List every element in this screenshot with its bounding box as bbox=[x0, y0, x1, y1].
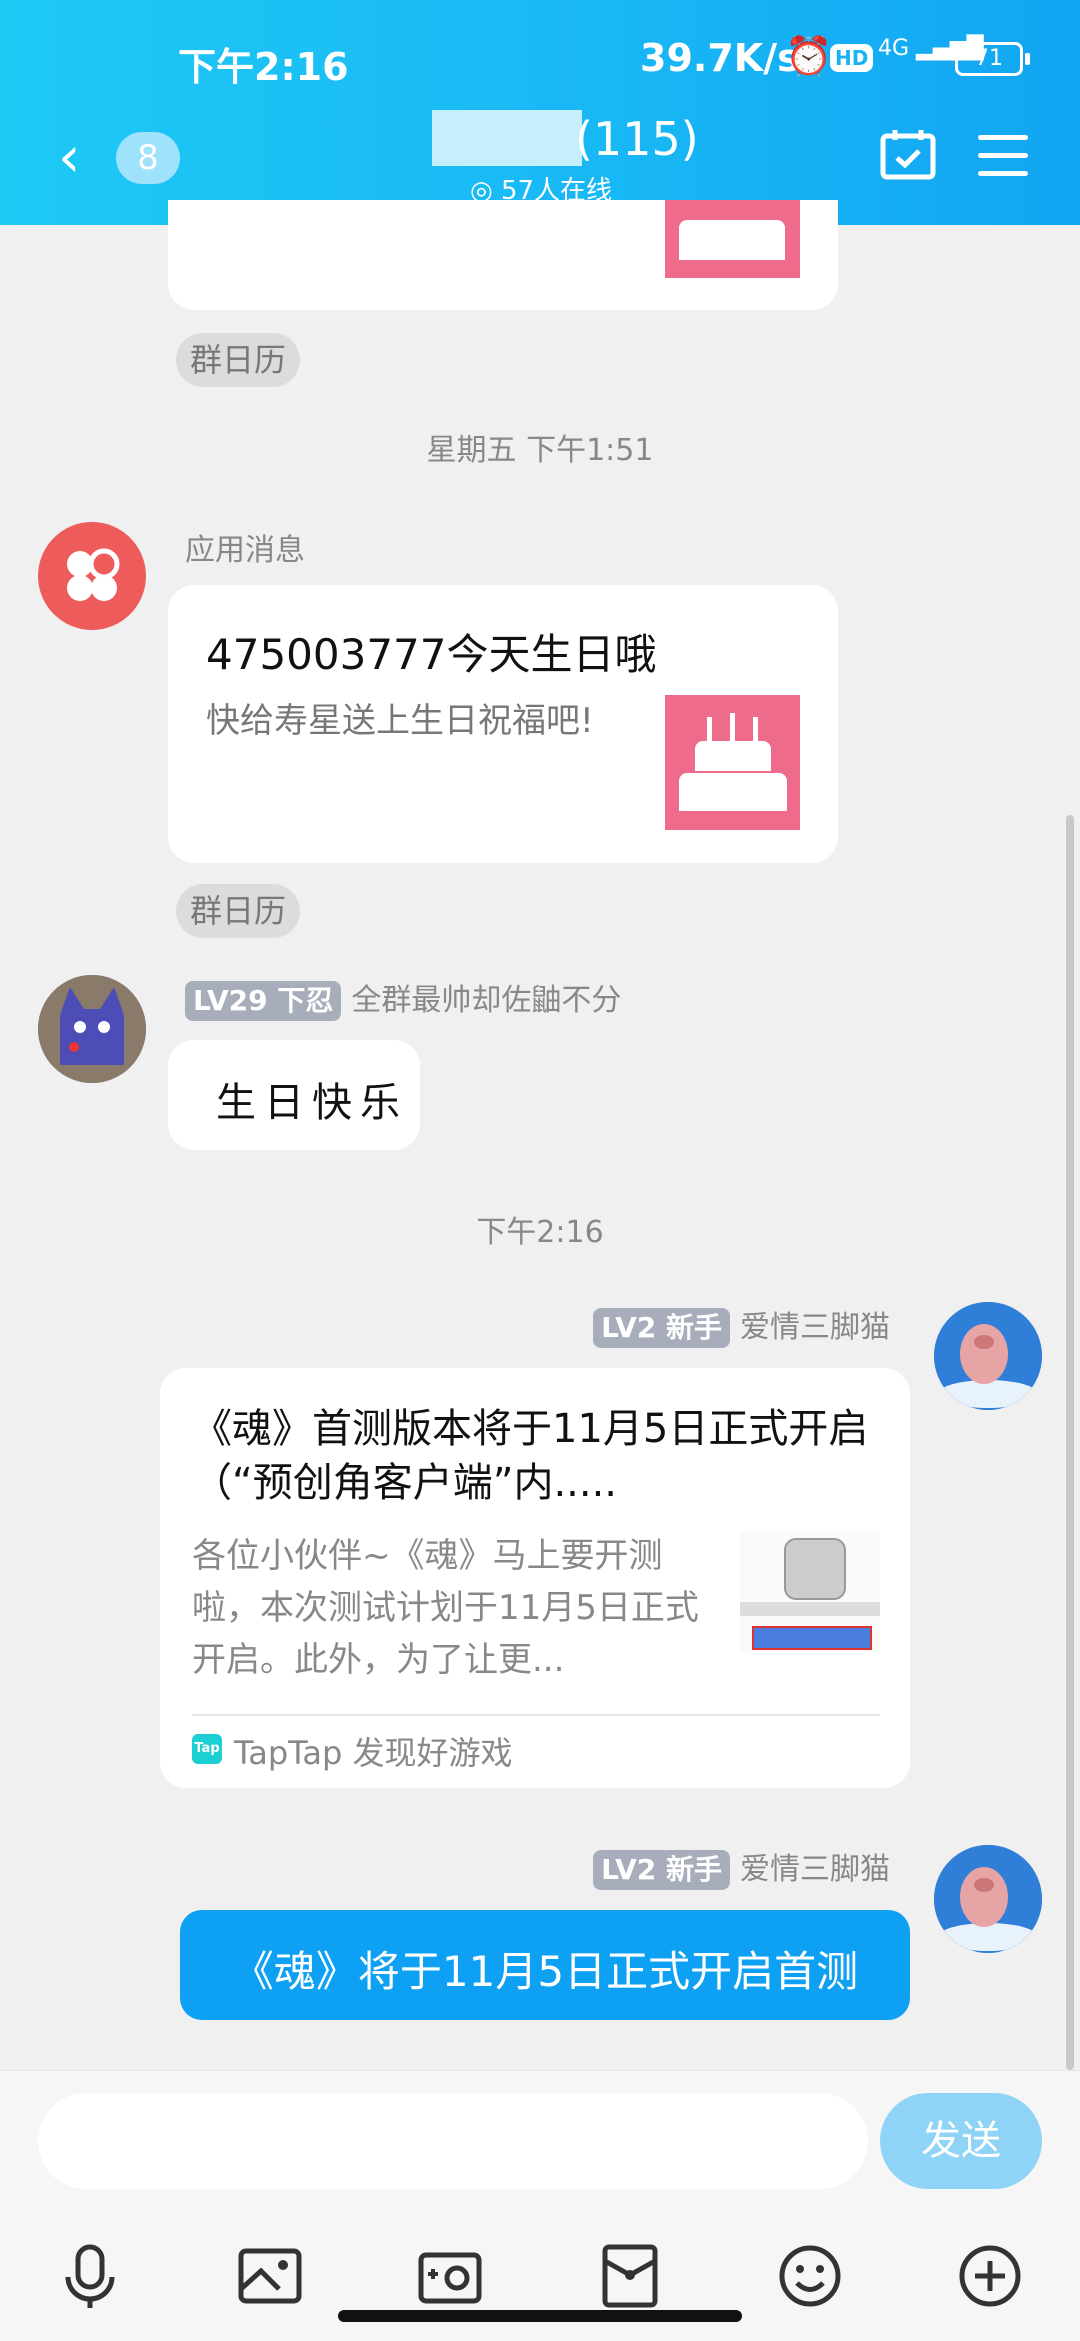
emoji-icon[interactable] bbox=[775, 2241, 845, 2311]
sender-name: 爱情三脚猫 bbox=[740, 1852, 890, 1887]
alarm-icon: ⏰ bbox=[785, 34, 833, 78]
group-member-count[interactable]: (115) bbox=[575, 112, 699, 166]
user-avatar[interactable] bbox=[38, 975, 146, 1083]
game-icon bbox=[784, 1538, 846, 1600]
group-avatar-placeholder[interactable] bbox=[432, 110, 582, 166]
send-button[interactable]: 发送 bbox=[880, 2093, 1042, 2189]
input-bar: 发送 bbox=[0, 2070, 1080, 2341]
level-badge: LV29 下忍 bbox=[185, 981, 342, 1021]
back-icon[interactable]: ‹ bbox=[58, 130, 80, 186]
camera-icon[interactable] bbox=[415, 2241, 485, 2311]
thumb-divider bbox=[740, 1602, 880, 1616]
chat-header: 下午2:16 39.7K/s ⏰ HD 4G ▂▄▆█ 71 ‹ 8 (115)… bbox=[0, 0, 1080, 225]
nav-bar: ‹ 8 (115) ◎ 57人在线 bbox=[0, 110, 1080, 210]
cat-avatar-icon bbox=[38, 975, 146, 1083]
sender-info: LV2 新手 爱情三脚猫 bbox=[593, 1302, 890, 1348]
message-text: 《魂》将于11月5日正式开启首测 bbox=[231, 1947, 859, 1996]
red-packet-icon[interactable] bbox=[595, 2241, 665, 2311]
sender-name: 应用消息 bbox=[185, 533, 305, 568]
plus-icon[interactable] bbox=[955, 2241, 1025, 2311]
cake-icon bbox=[665, 200, 800, 278]
link-source: TapTap 发现好游戏 bbox=[234, 1734, 513, 1772]
unread-badge[interactable]: 8 bbox=[116, 132, 180, 184]
link-divider bbox=[192, 1714, 880, 1716]
menu-icon[interactable] bbox=[978, 135, 1028, 177]
taptap-logo-icon: Tap bbox=[192, 1734, 222, 1764]
home-indicator[interactable] bbox=[338, 2310, 742, 2322]
calendar-icon[interactable] bbox=[880, 128, 936, 180]
time-separator: 星期五 下午1:51 bbox=[426, 433, 654, 468]
sender-name: 爱情三脚猫 bbox=[740, 1310, 890, 1345]
self-avatar[interactable] bbox=[934, 1302, 1042, 1410]
status-time: 下午2:16 bbox=[178, 45, 349, 89]
pig-avatar-icon bbox=[934, 1302, 1042, 1410]
link-thumbnail bbox=[740, 1532, 880, 1652]
prev-birthday-card[interactable] bbox=[168, 200, 838, 310]
birthday-title: 475003777今天生日哦 bbox=[206, 630, 657, 679]
calendar-tag[interactable]: 群日历 bbox=[176, 333, 301, 387]
clover-icon bbox=[67, 548, 120, 601]
status-bar: 下午2:16 39.7K/s ⏰ HD 4G ▂▄▆█ 71 bbox=[0, 30, 1080, 90]
pig-avatar-icon bbox=[934, 1845, 1042, 1953]
sender-info: LV2 新手 爱情三脚猫 bbox=[593, 1844, 890, 1890]
level-badge: LV2 新手 bbox=[593, 1850, 730, 1890]
cake-icon bbox=[665, 695, 800, 830]
hd-badge: HD bbox=[830, 44, 874, 72]
birthday-card[interactable]: 475003777今天生日哦 快给寿星送上生日祝福吧! bbox=[168, 585, 838, 863]
image-icon[interactable] bbox=[235, 2241, 305, 2311]
thumb-button bbox=[752, 1626, 872, 1650]
sender-name: 全群最帅却佐鼬不分 bbox=[351, 983, 622, 1018]
battery-icon: 71 bbox=[955, 42, 1030, 76]
message-text: 生日快乐 bbox=[216, 1080, 408, 1126]
sender-info: LV29 下忍 全群最帅却佐鼬不分 bbox=[185, 975, 621, 1021]
microphone-icon[interactable] bbox=[55, 2241, 125, 2311]
time-separator: 下午2:16 bbox=[476, 1215, 604, 1250]
calendar-tag[interactable]: 群日历 bbox=[176, 884, 301, 938]
link-card[interactable]: 《魂》首测版本将于11月5日正式开启（“预创角客户端”内..... 各位小伙伴~… bbox=[160, 1368, 910, 1788]
birthday-subtitle: 快给寿星送上生日祝福吧! bbox=[206, 701, 594, 741]
app-avatar[interactable] bbox=[38, 522, 146, 630]
level-badge: LV2 新手 bbox=[593, 1308, 730, 1348]
link-title: 《魂》首测版本将于11月5日正式开启（“预创角客户端”内..... bbox=[192, 1406, 869, 1506]
text-bubble[interactable]: 生日快乐 bbox=[168, 1040, 420, 1150]
self-avatar[interactable] bbox=[934, 1845, 1042, 1953]
network-speed: 39.7K/s bbox=[640, 36, 800, 80]
link-description: 各位小伙伴~《魂》马上要开测啦，本次测试计划于11月5日正式开启。此外，为了让更… bbox=[192, 1536, 699, 1680]
scrollbar[interactable] bbox=[1066, 815, 1074, 2070]
own-text-bubble[interactable]: 《魂》将于11月5日正式开启首测 bbox=[180, 1910, 910, 2020]
signal-label: 4G bbox=[878, 36, 910, 61]
message-input[interactable] bbox=[38, 2093, 868, 2189]
